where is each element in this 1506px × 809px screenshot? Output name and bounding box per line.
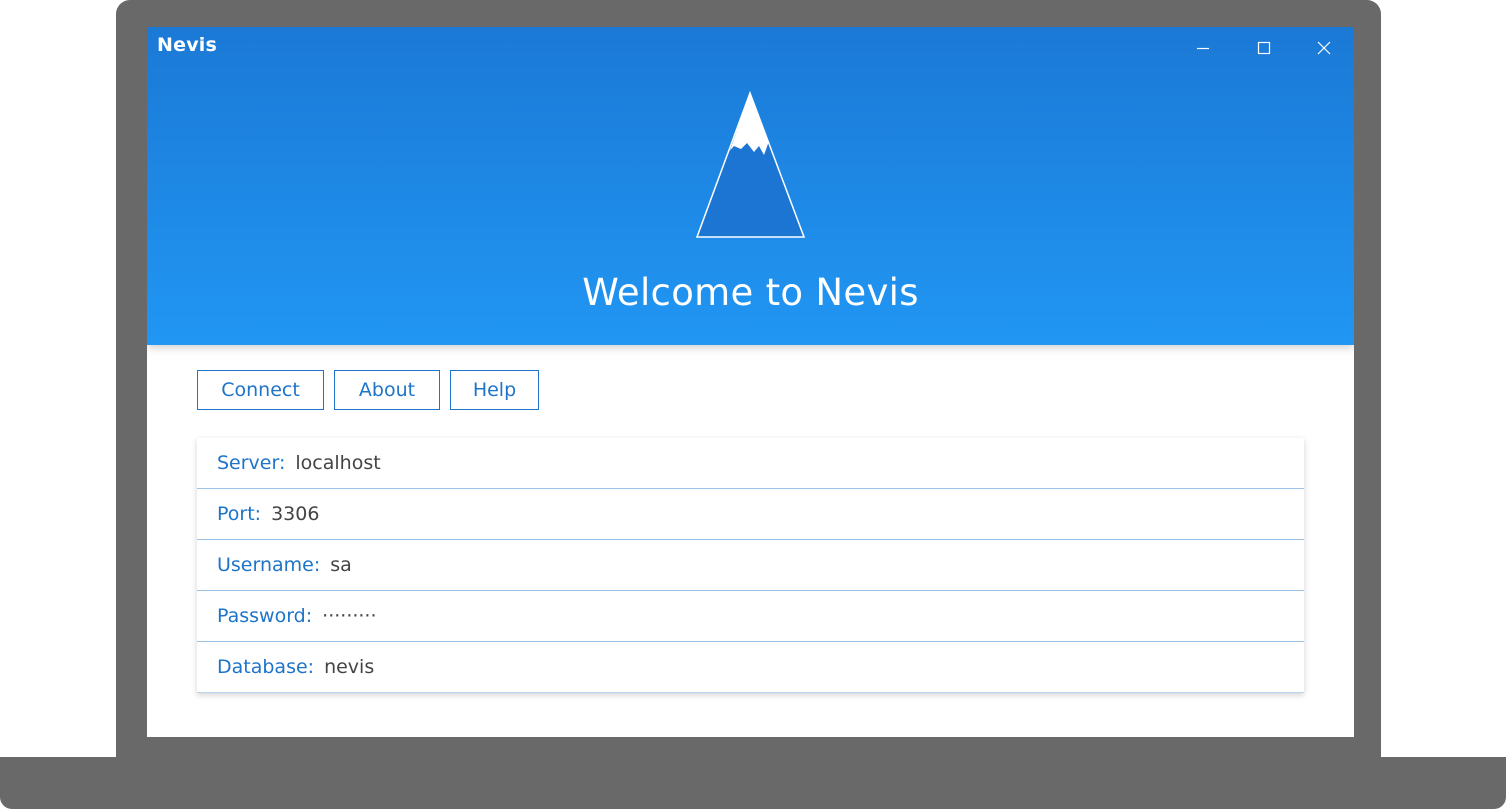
port-label: Port:	[217, 503, 262, 525]
header-banner: Nevis Welcome to Nevis	[147, 27, 1354, 345]
laptop-base	[0, 757, 1506, 809]
port-row[interactable]: Port: 3306	[197, 489, 1304, 540]
username-label: Username:	[217, 554, 321, 576]
minimize-button[interactable]	[1185, 33, 1221, 63]
app-window: Nevis Welcome to Nevis Connect About Hel…	[147, 27, 1354, 737]
database-label: Database:	[217, 656, 315, 678]
close-icon	[1317, 41, 1331, 55]
maximize-button[interactable]	[1246, 33, 1282, 63]
help-button[interactable]: Help	[450, 370, 539, 410]
password-value: ·········	[322, 605, 377, 627]
database-row[interactable]: Database: nevis	[197, 642, 1304, 693]
mountain-logo-icon	[696, 91, 806, 238]
close-button[interactable]	[1306, 33, 1342, 63]
connect-button[interactable]: Connect	[197, 370, 324, 410]
username-value: sa	[330, 554, 352, 576]
welcome-heading: Welcome to Nevis	[582, 271, 919, 314]
about-button[interactable]: About	[334, 370, 440, 410]
server-label: Server:	[217, 452, 286, 474]
maximize-icon	[1257, 41, 1271, 55]
password-label: Password:	[217, 605, 313, 627]
window-title: Nevis	[157, 34, 217, 56]
password-row[interactable]: Password: ·········	[197, 591, 1304, 642]
server-value: localhost	[295, 452, 381, 474]
database-value: nevis	[324, 656, 375, 678]
server-row[interactable]: Server: localhost	[197, 438, 1304, 489]
minimize-icon	[1197, 47, 1209, 50]
connection-details-list: Server: localhost Port: 3306 Username: s…	[197, 438, 1304, 693]
port-value: 3306	[271, 503, 320, 525]
username-row[interactable]: Username: sa	[197, 540, 1304, 591]
